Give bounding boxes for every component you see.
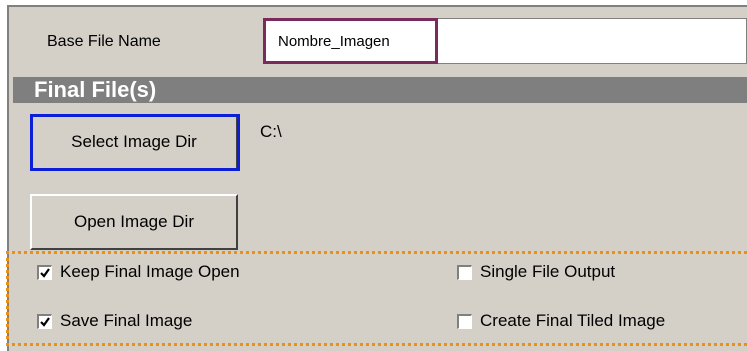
open-image-dir-button[interactable]: Open Image Dir (30, 194, 238, 250)
create-final-tiled-image-checkbox[interactable] (457, 313, 472, 329)
save-final-image-label: Save Final Image (60, 311, 193, 330)
image-dir-path: C:\ (260, 122, 282, 141)
base-file-name-input[interactable]: Nombre_Imagen (263, 18, 747, 64)
section-title: Final File(s) (34, 77, 157, 102)
single-file-output-option[interactable]: Single File Output (457, 262, 615, 282)
base-file-name-label: Base File Name (47, 33, 161, 50)
checkmark-icon (40, 316, 50, 327)
save-final-image-option[interactable]: Save Final Image (37, 311, 192, 331)
settings-panel: Base File Name Nombre_Imagen Final File(… (0, 0, 747, 351)
single-file-output-checkbox[interactable] (457, 264, 472, 280)
keep-final-image-open-label: Keep Final Image Open (60, 262, 240, 281)
keep-final-image-open-option[interactable]: Keep Final Image Open (37, 262, 240, 282)
create-final-tiled-image-option[interactable]: Create Final Tiled Image (457, 311, 665, 331)
keep-final-image-open-checkbox[interactable] (37, 264, 52, 280)
select-image-dir-button[interactable]: Select Image Dir (30, 114, 238, 170)
save-final-image-checkbox[interactable] (37, 313, 52, 329)
panel-left-edge (0, 0, 9, 351)
final-files-section-header: Final File(s) (13, 77, 747, 103)
panel-top-edge (0, 0, 747, 7)
checkmark-icon (40, 267, 50, 278)
single-file-output-label: Single File Output (480, 262, 616, 281)
create-final-tiled-image-label: Create Final Tiled Image (480, 311, 666, 330)
base-file-name-value: Nombre_Imagen (278, 33, 390, 50)
